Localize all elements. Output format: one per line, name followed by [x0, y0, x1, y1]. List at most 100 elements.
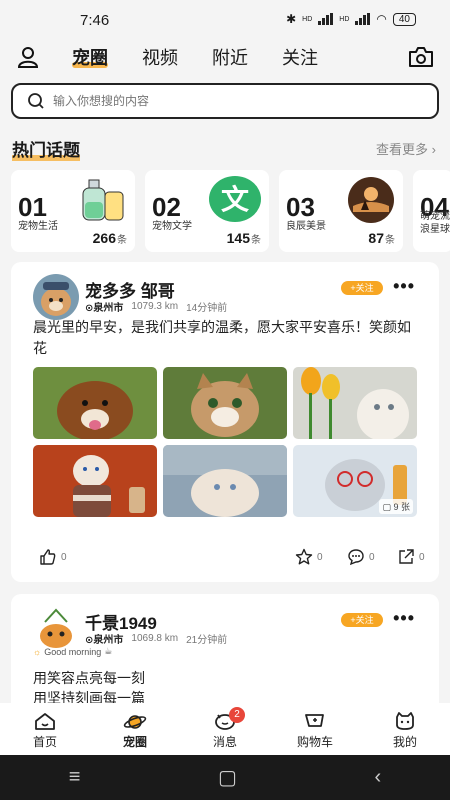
- tab-pet-circle[interactable]: 宠圈: [72, 44, 108, 70]
- shopping-cart-icon: [305, 714, 324, 727]
- chevron-right-icon: ›: [431, 142, 436, 157]
- home-icon: [35, 713, 55, 730]
- topic-count: 266条: [93, 230, 127, 246]
- nav-cart-label: 购物车: [296, 735, 333, 749]
- fluffy-cat-photo: [163, 445, 287, 517]
- nav-me[interactable]: 我的: [360, 703, 450, 755]
- dog-photo: [33, 367, 157, 439]
- post-time: 14分钟前: [186, 303, 228, 314]
- follow-button[interactable]: +关注: [341, 281, 383, 295]
- search-bar[interactable]: [11, 83, 439, 119]
- signal-icon-2: [355, 13, 371, 25]
- more-options-icon[interactable]: •••: [393, 608, 415, 629]
- more-options-icon[interactable]: •••: [393, 276, 415, 297]
- signal-2-label: HD: [339, 15, 350, 23]
- search-icon: [28, 93, 44, 109]
- location-city: 泉州市: [93, 303, 124, 314]
- photo-thumbnail[interactable]: [163, 367, 287, 439]
- top-nav: 宠圈 视频 附近 关注: [0, 40, 450, 76]
- nav-home[interactable]: 首页: [0, 703, 90, 755]
- topic-name: 宠物文学: [152, 221, 192, 232]
- nav-me-label: 我的: [392, 735, 417, 749]
- see-more-label: 查看更多: [376, 142, 429, 157]
- hot-topics-title: 热门话题: [12, 136, 80, 161]
- topic-card[interactable]: 02 宠物文学 文 145条: [145, 170, 269, 252]
- literature-icon: 文: [209, 176, 261, 222]
- favorite-count: 0: [317, 551, 323, 563]
- menu-icon[interactable]: ≡: [69, 766, 81, 789]
- bottom-nav: 首页 宠圈 2 消息 购物车 我的: [0, 703, 450, 755]
- photo-count-badge: ▢ 9 张: [379, 499, 413, 514]
- sun-emoji-icon: ☼: [33, 646, 42, 657]
- nav-home-label: 首页: [32, 735, 57, 749]
- see-more-link[interactable]: 查看更多 ›: [376, 139, 436, 158]
- comment-button[interactable]: 0: [347, 548, 375, 566]
- topic-list: 01 宠物生活 266条 02 宠物文学 文 145条 03 良辰美景 87条 …: [11, 170, 450, 252]
- location: ⊙泉州市: [85, 299, 123, 314]
- mood-text: Good morning: [44, 646, 102, 657]
- signal-1-label: HD: [302, 15, 313, 23]
- post-meta: ⊙泉州市 1069.8 km 21分钟前: [85, 631, 227, 646]
- status-bar: 7:46 ✱ HD HD ◠ 40: [0, 0, 450, 40]
- tab-nearby[interactable]: 附近: [212, 44, 248, 70]
- photo-thumbnail[interactable]: [33, 367, 157, 439]
- scenery-icon: [348, 177, 394, 223]
- share-button[interactable]: 0: [397, 548, 425, 566]
- like-count: 0: [61, 551, 67, 563]
- home-square-icon[interactable]: ▢: [218, 765, 237, 790]
- tab-video[interactable]: 视频: [142, 44, 178, 70]
- topic-name: 萌宠流浪星球: [420, 211, 450, 235]
- share-icon: [399, 549, 414, 564]
- avatar[interactable]: [33, 274, 79, 320]
- photo-thumbnail[interactable]: [293, 367, 417, 439]
- status-icons: ✱ HD HD ◠ 40: [286, 12, 416, 26]
- topic-count-unit: 条: [117, 235, 127, 246]
- topic-count: 145条: [227, 230, 261, 246]
- distance: 1069.8 km: [131, 633, 179, 644]
- topic-count-unit: 条: [251, 235, 261, 246]
- topic-card[interactable]: 04 萌宠流浪星球: [413, 170, 450, 252]
- topic-card[interactable]: 03 良辰美景 87条: [279, 170, 403, 252]
- nav-messages[interactable]: 2 消息: [180, 703, 270, 755]
- distance: 1079.3 km: [131, 301, 179, 312]
- cat-flowers-photo: [293, 367, 417, 439]
- favorite-button[interactable]: 0: [295, 548, 323, 566]
- coffee-icon: ☕: [104, 646, 113, 656]
- cat-photo: [163, 367, 287, 439]
- location: ⊙泉州市: [85, 631, 123, 646]
- topic-name: 宠物生活: [18, 221, 58, 232]
- comment-count: 0: [369, 551, 375, 563]
- mood-line: ☼ Good morning ☕: [33, 646, 112, 657]
- camera-icon[interactable]: [408, 45, 434, 69]
- photo-thumbnail[interactable]: [33, 445, 157, 517]
- tab-following[interactable]: 关注: [282, 44, 318, 70]
- back-icon[interactable]: ‹: [375, 766, 382, 789]
- follow-button[interactable]: +关注: [341, 613, 383, 627]
- topic-count-unit: 条: [385, 235, 395, 246]
- wifi-icon: ◠: [376, 12, 387, 26]
- user-profile-icon[interactable]: [16, 45, 40, 69]
- like-button[interactable]: 0: [39, 548, 67, 566]
- planet-icon: [123, 715, 147, 729]
- status-time: 7:46: [80, 12, 110, 29]
- post-card[interactable]: 千景1949 ⊙泉州市 1069.8 km 21分钟前 +关注 ••• ☼ Go…: [11, 594, 439, 714]
- pet-supplies-icon: [82, 179, 124, 221]
- post-line: 用笑容点亮每一刻: [33, 670, 145, 686]
- post-text: 用笑容点亮每一刻 用坚持刻画每一篇: [33, 668, 145, 708]
- star-icon: [295, 548, 313, 565]
- literature-glyph: 文: [220, 184, 249, 215]
- comment-icon: [348, 549, 364, 566]
- cat-sweater-photo: [33, 445, 157, 517]
- photo-thumbnail[interactable]: [163, 445, 287, 517]
- photo-thumbnail[interactable]: ▢ 9 张: [293, 445, 417, 517]
- nav-pet-circle[interactable]: 宠圈: [90, 703, 180, 755]
- search-input[interactable]: [53, 94, 383, 108]
- share-count: 0: [419, 551, 425, 563]
- post-card[interactable]: 宠多多 邹哥 ⊙泉州市 1079.3 km 14分钟前 +关注 ••• 晨光里的…: [11, 262, 439, 582]
- nav-cart[interactable]: 购物车: [270, 703, 360, 755]
- post-time: 21分钟前: [186, 635, 228, 646]
- photo-count-text: 9 张: [393, 502, 410, 512]
- topic-count-value: 266: [92, 230, 116, 246]
- cat-face-icon: [396, 712, 414, 730]
- topic-card[interactable]: 01 宠物生活 266条: [11, 170, 135, 252]
